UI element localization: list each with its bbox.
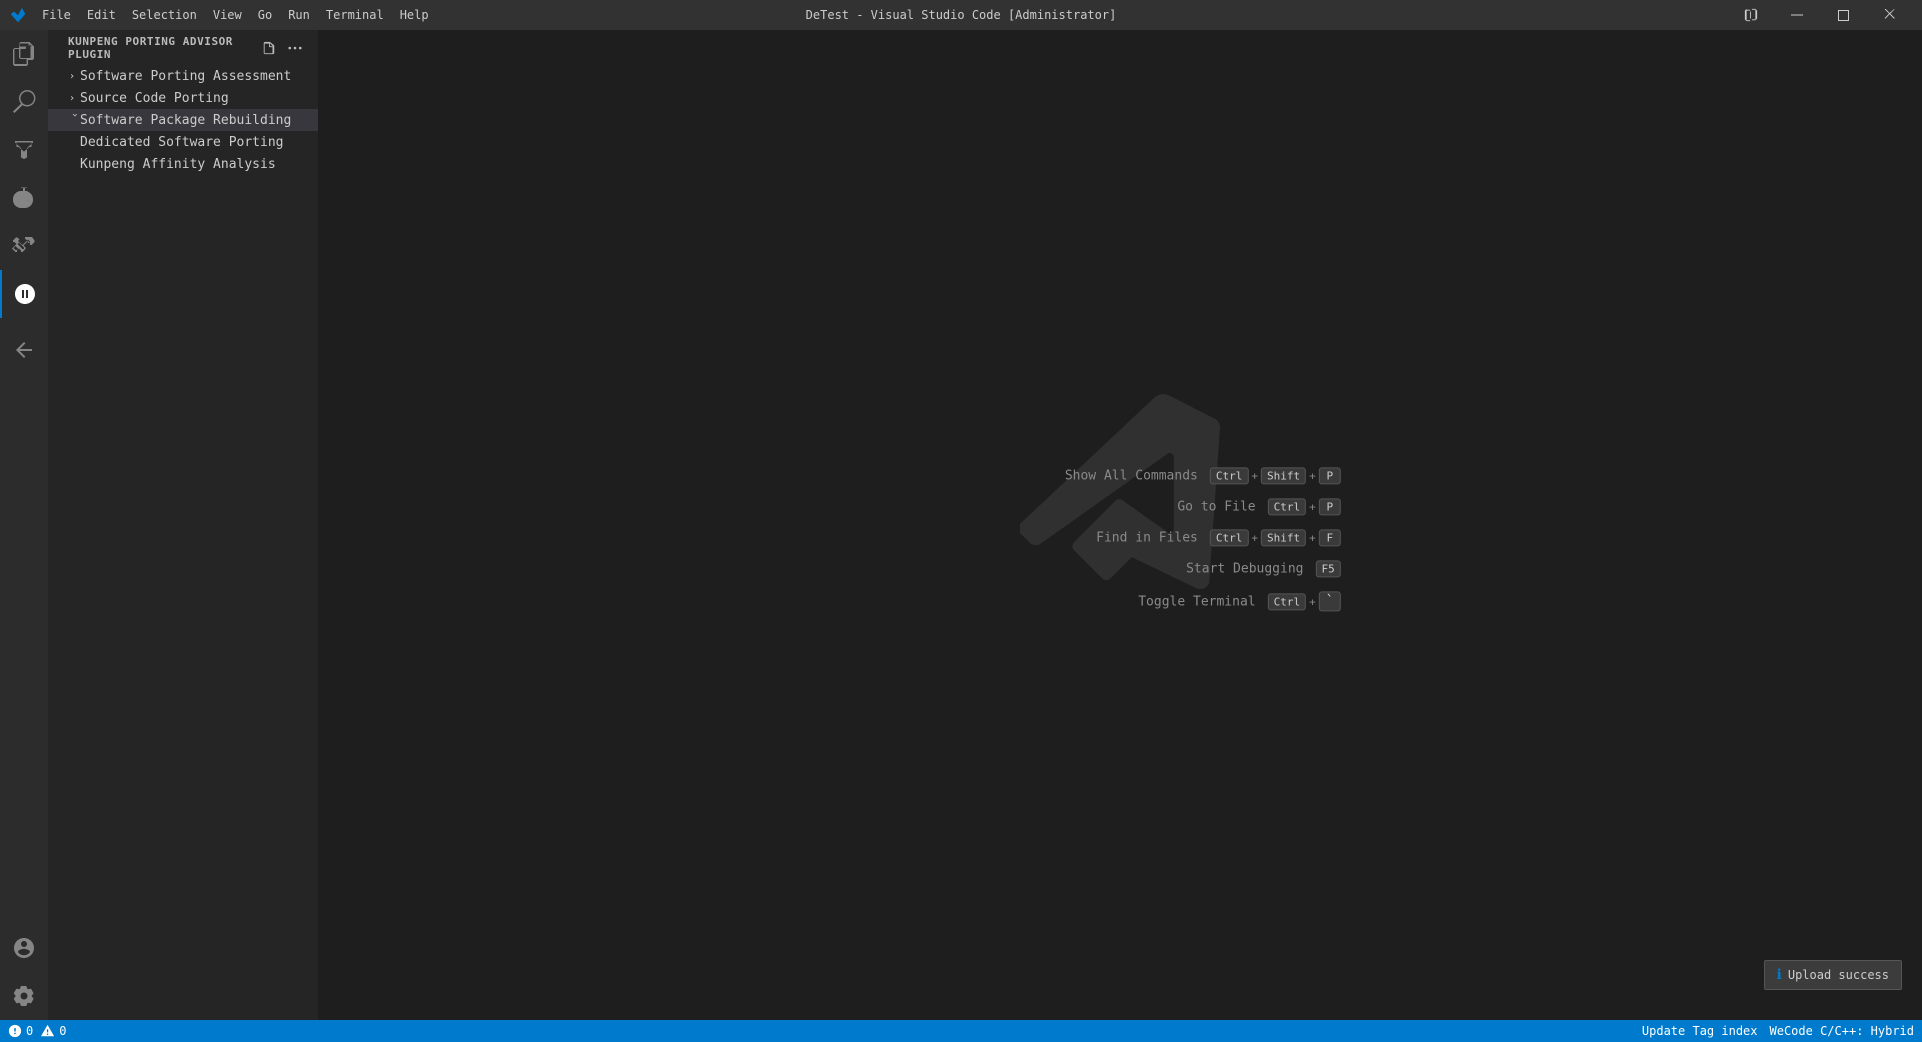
notification-area: ℹ Upload success bbox=[1764, 960, 1902, 990]
tree-item-affinity-analysis[interactable]: Kunpeng Affinity Analysis bbox=[48, 153, 318, 175]
menu-view[interactable]: View bbox=[205, 0, 250, 30]
minimize-button[interactable] bbox=[1774, 0, 1820, 30]
status-wecode-text: WeCode C/C++: Hybrid bbox=[1770, 1024, 1915, 1038]
sidebar-header: KUNPENG PORTING ADVISOR PLUGIN bbox=[48, 30, 318, 65]
title-bar-menu: File Edit Selection View Go Run Terminal… bbox=[34, 0, 437, 30]
key: Ctrl bbox=[1210, 529, 1249, 546]
key-separator: + bbox=[1309, 595, 1316, 608]
upload-notification: ℹ Upload success bbox=[1764, 960, 1902, 990]
title-bar: File Edit Selection View Go Run Terminal… bbox=[0, 0, 1922, 30]
activity-kunpeng[interactable] bbox=[0, 270, 48, 318]
key: Shift bbox=[1261, 467, 1306, 484]
new-file-button[interactable] bbox=[258, 37, 280, 59]
notification-text: Upload success bbox=[1788, 968, 1889, 982]
shortcut-keys: Ctrl + P bbox=[1268, 498, 1341, 515]
main-layout: KUNPENG PORTING ADVISOR PLUGIN › Softwar… bbox=[0, 30, 1922, 1020]
sidebar-title: KUNPENG PORTING ADVISOR PLUGIN bbox=[68, 35, 258, 61]
error-count: 0 bbox=[26, 1024, 33, 1038]
split-editor-button[interactable] bbox=[1728, 0, 1774, 30]
activity-bottom bbox=[0, 924, 48, 1020]
status-warnings[interactable]: 0 bbox=[41, 1024, 66, 1038]
status-update-tag[interactable]: Update Tag index bbox=[1642, 1024, 1758, 1038]
status-errors[interactable]: 0 bbox=[8, 1024, 33, 1038]
tree-item-package-rebuilding[interactable]: › Software Package Rebuilding bbox=[48, 109, 318, 131]
activity-account[interactable] bbox=[0, 924, 48, 972]
tree-item-label: Software Package Rebuilding bbox=[80, 113, 291, 128]
collapse-arrow-icon: › bbox=[64, 68, 80, 84]
key-separator: + bbox=[1309, 531, 1316, 544]
status-bar: 0 0 Update Tag index WeCode C/C++: Hybri… bbox=[0, 1020, 1922, 1042]
tree-item-label: Kunpeng Affinity Analysis bbox=[80, 157, 276, 172]
tree-item-dedicated-porting[interactable]: Dedicated Software Porting bbox=[48, 131, 318, 153]
shortcut-keys: Ctrl + Shift + P bbox=[1210, 467, 1341, 484]
tree-item-label: Dedicated Software Porting bbox=[80, 135, 284, 150]
shortcut-label: Toggle Terminal bbox=[1138, 594, 1255, 609]
menu-go[interactable]: Go bbox=[250, 0, 280, 30]
shortcut-find-files: Find in Files Ctrl + Shift + F bbox=[1096, 529, 1341, 546]
activity-source-control[interactable] bbox=[0, 126, 48, 174]
shortcut-keys: F5 bbox=[1316, 560, 1341, 577]
activity-search[interactable] bbox=[0, 78, 48, 126]
key: F bbox=[1319, 529, 1341, 546]
activity-bar bbox=[0, 30, 48, 1020]
tree-item-porting-assessment[interactable]: › Software Porting Assessment bbox=[48, 65, 318, 87]
activity-run[interactable] bbox=[0, 174, 48, 222]
tree-item-source-code-porting[interactable]: › Source Code Porting bbox=[48, 87, 318, 109]
key-separator: + bbox=[1251, 531, 1258, 544]
shortcut-toggle-terminal: Toggle Terminal Ctrl + ` bbox=[1138, 591, 1341, 611]
activity-extensions[interactable] bbox=[0, 222, 48, 270]
key: Ctrl bbox=[1268, 498, 1307, 515]
key-separator: + bbox=[1309, 469, 1316, 482]
editor-area: Show All Commands Ctrl + Shift + P Go to… bbox=[318, 30, 1922, 1020]
key: Shift bbox=[1261, 529, 1306, 546]
maximize-button[interactable] bbox=[1820, 0, 1866, 30]
vscode-logo-icon bbox=[10, 7, 26, 23]
shortcut-label: Go to File bbox=[1177, 499, 1255, 514]
menu-selection[interactable]: Selection bbox=[124, 0, 205, 30]
more-actions-button[interactable] bbox=[284, 37, 306, 59]
window-title: DeTest - Visual Studio Code [Administrat… bbox=[806, 8, 1117, 22]
title-bar-left: File Edit Selection View Go Run Terminal… bbox=[10, 0, 437, 30]
close-button[interactable] bbox=[1866, 0, 1912, 30]
key: F5 bbox=[1316, 560, 1341, 577]
activity-remote[interactable] bbox=[0, 326, 48, 374]
shortcuts-container: Show All Commands Ctrl + Shift + P Go to… bbox=[1065, 467, 1341, 611]
window-controls bbox=[1728, 0, 1912, 30]
tree-item-label: Software Porting Assessment bbox=[80, 69, 291, 84]
status-bar-right: Update Tag index WeCode C/C++: Hybrid bbox=[1642, 1024, 1914, 1038]
status-update-tag-text: Update Tag index bbox=[1642, 1024, 1758, 1038]
shortcut-keys: Ctrl + ` bbox=[1268, 591, 1341, 611]
warning-count: 0 bbox=[59, 1024, 66, 1038]
status-bar-left: 0 0 bbox=[8, 1024, 66, 1038]
activity-settings[interactable] bbox=[0, 972, 48, 1020]
key: P bbox=[1319, 467, 1341, 484]
activity-explorer[interactable] bbox=[0, 30, 48, 78]
status-wecode[interactable]: WeCode C/C++: Hybrid bbox=[1770, 1024, 1915, 1038]
sidebar: KUNPENG PORTING ADVISOR PLUGIN › Softwar… bbox=[48, 30, 318, 1020]
key: Ctrl bbox=[1268, 593, 1307, 610]
shortcut-show-commands: Show All Commands Ctrl + Shift + P bbox=[1065, 467, 1341, 484]
menu-edit[interactable]: Edit bbox=[79, 0, 124, 30]
shortcut-label: Show All Commands bbox=[1065, 468, 1198, 483]
info-icon: ℹ bbox=[1777, 967, 1782, 983]
key-separator: + bbox=[1251, 469, 1258, 482]
shortcut-go-to-file: Go to File Ctrl + P bbox=[1177, 498, 1340, 515]
menu-terminal[interactable]: Terminal bbox=[318, 0, 392, 30]
shortcut-keys: Ctrl + Shift + F bbox=[1210, 529, 1341, 546]
shortcut-start-debugging: Start Debugging F5 bbox=[1186, 560, 1341, 577]
sidebar-header-actions bbox=[258, 37, 306, 59]
menu-help[interactable]: Help bbox=[392, 0, 437, 30]
key-separator: + bbox=[1309, 500, 1316, 513]
collapse-arrow-icon: › bbox=[64, 90, 80, 106]
expand-arrow-icon: › bbox=[64, 112, 80, 128]
menu-file[interactable]: File bbox=[34, 0, 79, 30]
key: ` bbox=[1319, 591, 1341, 611]
tree-item-label: Source Code Porting bbox=[80, 91, 229, 106]
shortcut-label: Find in Files bbox=[1096, 530, 1198, 545]
shortcut-label: Start Debugging bbox=[1186, 561, 1303, 576]
menu-run[interactable]: Run bbox=[280, 0, 318, 30]
key: P bbox=[1319, 498, 1341, 515]
key: Ctrl bbox=[1210, 467, 1249, 484]
